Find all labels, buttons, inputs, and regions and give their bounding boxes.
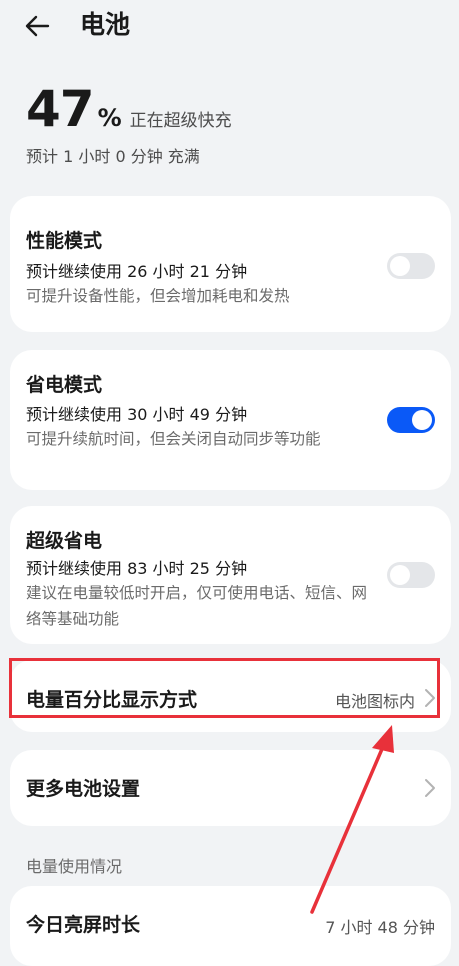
more-settings-row[interactable]: 更多电池设置 <box>10 750 451 826</box>
mode-usage: 预计继续使用 30 小时 49 分钟 <box>26 405 248 424</box>
row-title: 今日亮屏时长 <box>26 914 141 936</box>
battery-percent: 47 <box>26 80 95 138</box>
chevron-right-icon <box>425 779 435 797</box>
power-saving-toggle[interactable] <box>387 407 435 433</box>
percent-sign: % <box>97 104 122 132</box>
row-title: 更多电池设置 <box>26 778 141 800</box>
ultra-power-saving-toggle[interactable] <box>387 562 435 588</box>
mode-usage: 预计继续使用 26 小时 21 分钟 <box>26 262 248 281</box>
mode-title: 性能模式 <box>26 230 103 252</box>
performance-mode-toggle[interactable] <box>387 253 435 279</box>
mode-description: 建议在电量较低时开启，仅可使用电话、短信、网络等基础功能 <box>26 584 368 628</box>
mode-description: 可提升续航时间，但会关闭自动同步等功能 <box>26 430 321 448</box>
toggle-knob <box>412 410 432 430</box>
mode-title: 省电模式 <box>26 374 103 396</box>
charging-status: 正在超级快充 <box>129 111 232 131</box>
annotation-highlight-box <box>9 658 440 718</box>
mode-title: 超级省电 <box>26 530 103 552</box>
page-title: 电池 <box>80 10 131 39</box>
screen-time-row[interactable]: 今日亮屏时长 7 小时 48 分钟 <box>10 886 451 966</box>
toggle-knob <box>390 565 410 585</box>
row-value: 7 小时 48 分钟 <box>325 918 435 937</box>
battery-level: 47% 正在超级快充 <box>26 80 232 140</box>
app-header: 电池 <box>0 0 459 56</box>
ultra-power-saving-card: 超级省电 预计继续使用 83 小时 25 分钟 建议在电量较低时开启，仅可使用电… <box>10 506 451 644</box>
performance-mode-card: 性能模式 预计继续使用 26 小时 21 分钟 可提升设备性能，但会增加耗电和发… <box>10 196 451 332</box>
mode-usage: 预计继续使用 83 小时 25 分钟 <box>26 559 248 578</box>
back-button[interactable] <box>22 8 62 44</box>
section-label: 电量使用情况 <box>26 857 123 876</box>
mode-description: 可提升设备性能，但会增加耗电和发热 <box>26 287 290 305</box>
arrow-left-icon <box>25 15 50 37</box>
power-saving-card: 省电模式 预计继续使用 30 小时 49 分钟 可提升续航时间，但会关闭自动同步… <box>10 350 451 490</box>
charge-estimate: 预计 1 小时 0 分钟 充满 <box>26 147 200 166</box>
toggle-knob <box>390 256 410 276</box>
